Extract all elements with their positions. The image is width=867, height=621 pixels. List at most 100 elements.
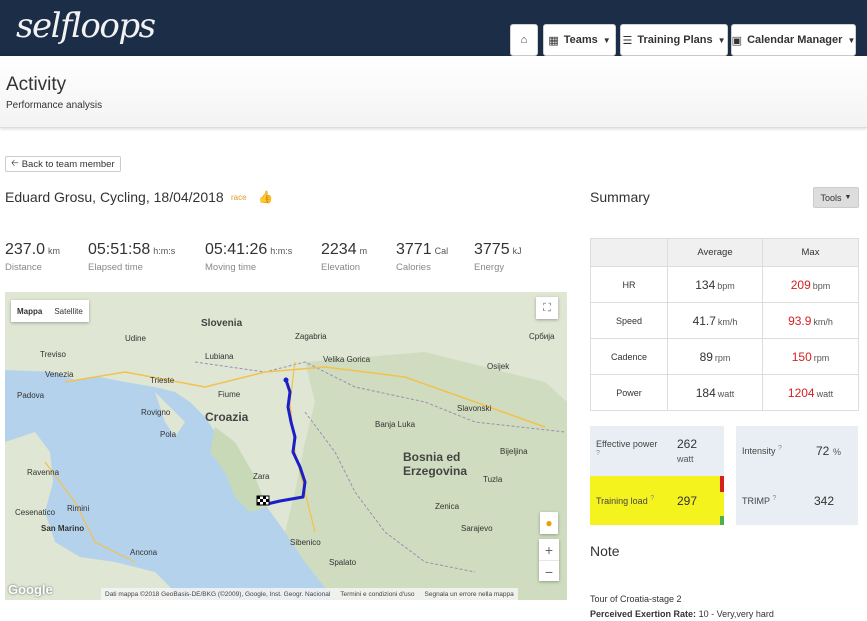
finish-flag-icon (257, 502, 260, 505)
map-terms-link[interactable]: Termini e condizioni d'uso (340, 591, 414, 598)
street-view-pegman-button[interactable]: ● (540, 512, 558, 534)
help-icon[interactable]: ? (650, 495, 654, 502)
summary-row-cadence: Cadence 89 rpm 150 rpm (590, 338, 859, 375)
avg-unit: rpm (714, 352, 731, 363)
map-label: Sibenico (290, 538, 321, 547)
training-load-box: Training load ? 297 (590, 476, 720, 525)
trimp-label: TRIMP ? (742, 495, 776, 506)
map-attribution: Dati mappa ©2018 GeoBasis-DE/BKG (©2009)… (101, 588, 518, 600)
metric-max: 209 bpm (762, 266, 859, 303)
map-label: Rovigno (141, 408, 171, 417)
stat-unit: kJ (512, 246, 522, 256)
stat-label: Moving time (205, 262, 257, 273)
caret-down-icon: ▼ (844, 194, 852, 201)
summary-row-hr: HR 134 bpm 209 bpm (590, 266, 859, 303)
map-report-link[interactable]: Segnala un errore nella mappa (425, 591, 514, 598)
avg-unit: bpm (717, 280, 735, 291)
route-map[interactable]: Slovenia Zagabria Croazia Bosnia ed Erze… (5, 292, 567, 600)
trimp-value: 342 (814, 494, 835, 508)
google-logo: Google (8, 582, 53, 597)
summary-title: Summary (590, 189, 650, 205)
grid-icon: ▦ (548, 34, 559, 47)
arrow-left-icon: 🡠 (11, 158, 19, 169)
finish-flag-icon (266, 499, 269, 502)
max-unit: rpm (813, 352, 830, 363)
stat-moving-time: 05:41:26 h:m:s Moving time (205, 241, 293, 273)
top-navbar: selfloops ⌂ ▦ Teams ▼ ☰ Training Plans ▼… (0, 0, 867, 56)
caret-down-icon: ▼ (602, 35, 611, 45)
metric-max: 150 rpm (762, 338, 859, 375)
summary-header-row: Average Max (590, 238, 859, 267)
map-label: Venezia (45, 370, 74, 379)
note-title: Note (590, 543, 620, 559)
back-button-label: Back to team member (21, 158, 115, 170)
zoom-in-button[interactable]: + (539, 539, 559, 560)
selfloops-logo[interactable]: selfloops (16, 6, 156, 46)
thumbs-up-icon[interactable]: 👍 (258, 190, 273, 204)
intensity-label-text: Intensity (742, 446, 776, 456)
intensity-box: Intensity ? 72 % (736, 426, 858, 476)
summary-header-max: Max (762, 238, 859, 267)
teams-menu-button[interactable]: ▦ Teams ▼ (543, 24, 616, 56)
race-tag: race (231, 193, 247, 202)
map-type-map-button[interactable]: Mappa (11, 300, 48, 322)
map-label: Fiume (218, 390, 241, 399)
stat-distance: 237.0 km Distance (5, 241, 61, 273)
list-icon: ☰ (622, 34, 633, 47)
map-label: Ravenna (27, 468, 60, 477)
zoom-control: + − (539, 539, 559, 581)
stat-elevation: 2234 m Elevation (321, 241, 367, 273)
stat-label: Energy (474, 262, 505, 273)
stat-label: Elevation (321, 262, 361, 273)
fullscreen-icon: ⛶ (543, 301, 551, 314)
metric-max: 93.9 km/h (762, 302, 859, 339)
stat-value: 237.0 (5, 241, 46, 258)
training-load-label: Training load ? (596, 495, 654, 506)
stat-unit: km (48, 246, 61, 256)
calendar-icon: ▣ (731, 34, 743, 47)
intensity-label: Intensity ? (742, 445, 782, 456)
map-label: Udine (125, 334, 146, 343)
metric-label: Cadence (590, 338, 668, 375)
caret-down-icon: ▼ (717, 35, 726, 45)
zoom-out-button[interactable]: − (539, 561, 559, 582)
stat-value: 05:41:26 (205, 241, 268, 258)
map-label: Spalato (329, 558, 357, 567)
perceived-exertion-value: 10 - Very,very hard (698, 609, 774, 619)
stat-unit: h:m:s (270, 246, 293, 256)
map-attribution-text: Dati mappa ©2018 GeoBasis-DE/BKG (©2009)… (105, 590, 331, 598)
metric-label: Speed (590, 302, 668, 339)
summary-table: Average Max HR 134 bpm 209 bpm Speed 41.7 k… (590, 238, 859, 411)
help-icon[interactable]: ? (772, 495, 776, 502)
map-label: Trieste (150, 376, 175, 385)
max-value: 209 (790, 277, 811, 292)
calendar-manager-menu-button[interactable]: ▣ Calendar Manager ▼ (731, 24, 856, 56)
map-label: Banja Luka (375, 420, 416, 429)
stat-unit: h:m:s (153, 246, 176, 256)
fullscreen-button[interactable]: ⛶ (536, 297, 558, 319)
activity-heading: Eduard Grosu, Cycling, 18/04/2018 (5, 189, 224, 205)
help-icon[interactable]: ? (596, 450, 600, 457)
help-icon[interactable]: ? (778, 445, 782, 452)
tools-dropdown-button[interactable]: Tools ▼ (813, 187, 859, 208)
metric-average: 184 watt (667, 374, 763, 411)
metric-label: Power (590, 374, 668, 411)
summary-row-speed: Speed 41.7 km/h 93.9 km/h (590, 302, 859, 339)
map-label: Padova (17, 391, 45, 400)
map-label: Treviso (40, 350, 66, 359)
metric-average: 89 rpm (667, 338, 763, 375)
map-label: Zenica (435, 502, 460, 511)
map-label: Slavonski (457, 404, 492, 413)
map-label: Cesenatico (15, 508, 56, 517)
back-to-team-member-button[interactable]: 🡠 Back to team member (5, 156, 121, 172)
training-plans-menu-button[interactable]: ☰ Training Plans ▼ (620, 24, 728, 56)
max-value: 1204 (787, 385, 815, 400)
perceived-exertion: Perceived Exertion Rate: 10 - Very,very … (590, 609, 774, 619)
stat-calories: 3771 Cal Calories (396, 241, 448, 273)
avg-value: 184 (695, 385, 716, 400)
map-type-satellite-button[interactable]: Satellite (48, 300, 88, 322)
scale-segment-red (720, 476, 724, 492)
map-label: Bosnia ed (403, 450, 461, 464)
stat-value: 3775 (474, 241, 510, 258)
home-button[interactable]: ⌂ (510, 24, 538, 56)
